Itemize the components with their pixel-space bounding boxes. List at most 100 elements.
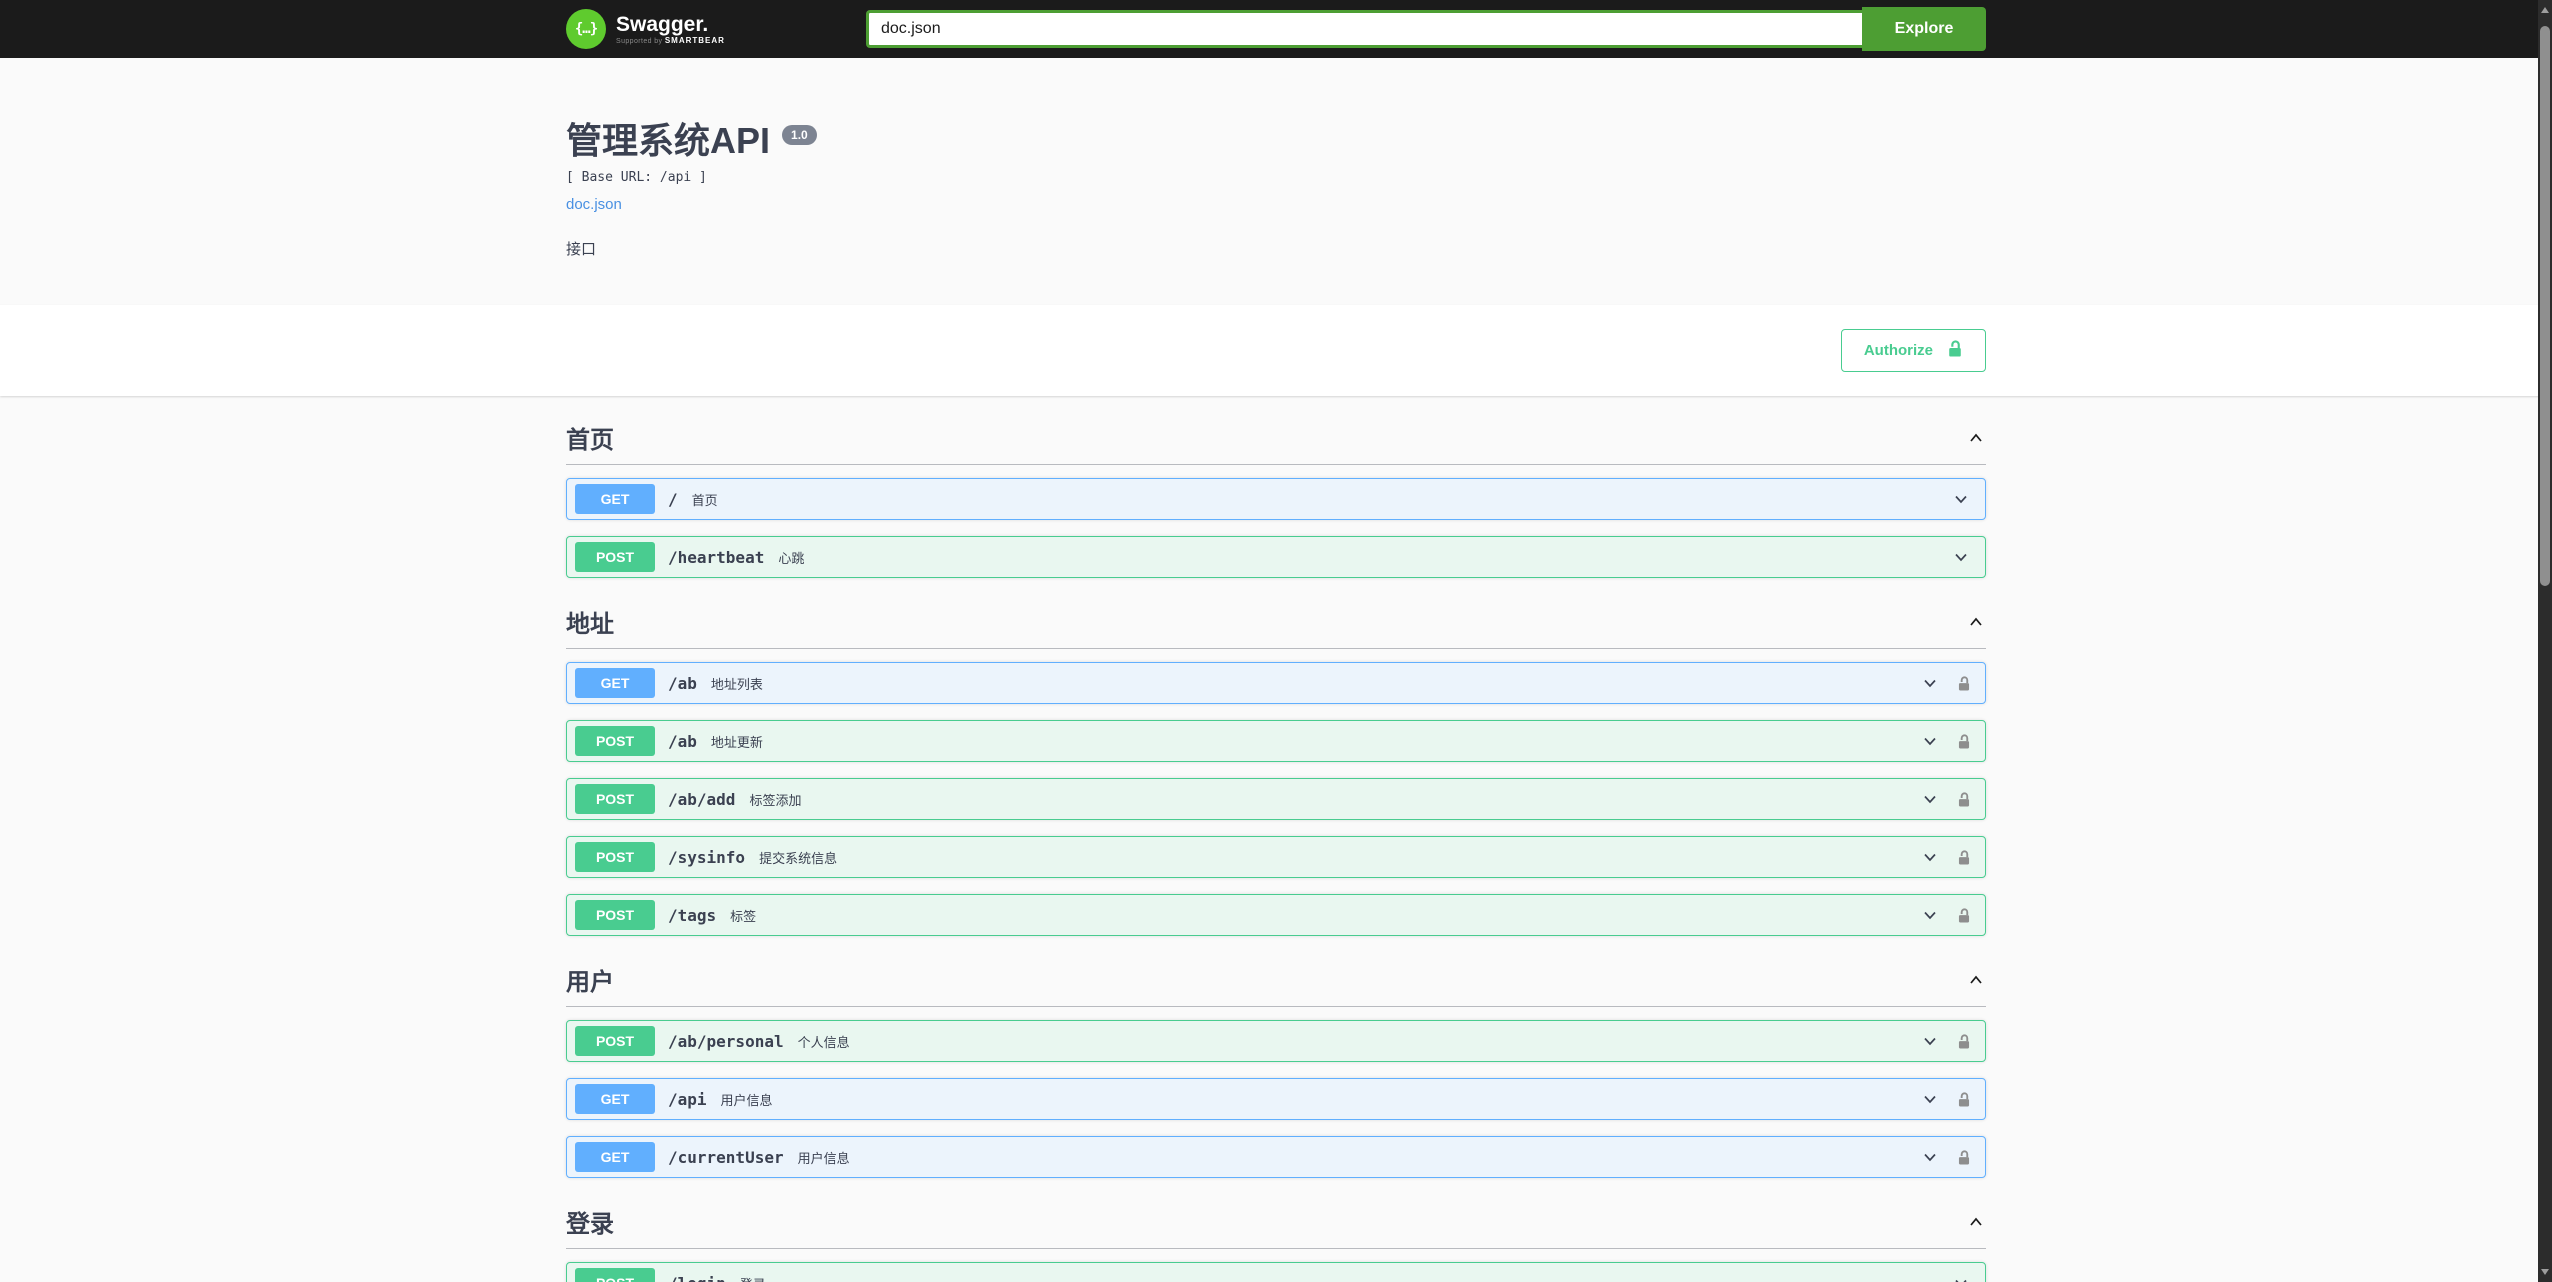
operation-row-controls (1920, 1089, 1971, 1109)
chevron-down-icon[interactable] (1920, 1089, 1940, 1109)
operation-summary: 地址更新 (710, 734, 763, 750)
operation-row[interactable]: GET / 首页 (566, 478, 1986, 520)
brand-subtitle: Supported by SMARTBEAR (616, 36, 725, 45)
spec-link[interactable]: doc.json (566, 196, 622, 213)
api-section: 用户 POST/ab/personal 个人信息 GET/api 用户信息 GET/cur… (566, 952, 1986, 1178)
operation-row[interactable]: POST/heartbeat 心跳 (566, 536, 1986, 578)
section-header[interactable]: 用户 (566, 952, 1986, 1007)
method-badge: POST (575, 542, 655, 572)
operation-summary: 标签添加 (749, 792, 802, 808)
swagger-logo-link[interactable]: {…} Swagger. Supported by SMARTBEAR (566, 9, 725, 49)
version-badge: 1.0 (782, 125, 817, 145)
spec-url-input[interactable] (866, 10, 1862, 48)
section-title: 地址 (566, 611, 614, 638)
section-header[interactable]: 登录 (566, 1194, 1986, 1249)
chevron-up-icon[interactable] (1966, 1212, 1986, 1232)
operation-path: /sysinfo (668, 847, 746, 867)
method-badge: POST (575, 1026, 655, 1056)
section-title: 用户 (566, 969, 614, 996)
api-section: 登录POST/login登录POST/login/out登录退出 (566, 1194, 1986, 1282)
chevron-down-icon[interactable] (1920, 673, 1940, 693)
method-badge: GET (575, 668, 655, 698)
section-title: 登录 (566, 1211, 614, 1238)
topbar: {…} Swagger. Supported by SMARTBEAR Expl… (0, 0, 2552, 58)
lock-icon[interactable] (1957, 907, 1971, 924)
chevron-down-icon[interactable] (1951, 1273, 1971, 1282)
method-badge: POST (575, 842, 655, 872)
chevron-down-icon[interactable] (1920, 905, 1940, 925)
operation-summary: 提交系统信息 (759, 850, 838, 866)
operation-row-controls (1920, 731, 1971, 751)
chevron-up-icon[interactable] (1966, 612, 1986, 632)
lock-icon[interactable] (1957, 733, 1971, 750)
operation-row-controls (1951, 489, 1971, 509)
operation-row[interactable]: POST/sysinfo 提交系统信息 (566, 836, 1986, 878)
swagger-logo-icon: {…} (566, 9, 606, 49)
operation-row-controls (1920, 789, 1971, 809)
operation-row-controls (1951, 1273, 1971, 1282)
chevron-down-icon[interactable] (1920, 731, 1940, 751)
lock-icon[interactable] (1957, 1091, 1971, 1108)
chevron-down-icon[interactable] (1920, 789, 1940, 809)
operation-row[interactable]: GET/api 用户信息 (566, 1078, 1986, 1120)
chevron-down-icon[interactable] (1951, 489, 1971, 509)
explore-button[interactable]: Explore (1862, 7, 1986, 51)
operation-summary: 用户信息 (720, 1092, 773, 1108)
operation-path: /tags (668, 905, 717, 925)
scrollbar-thumb[interactable] (2540, 26, 2550, 586)
unlock-icon (1947, 339, 1963, 362)
operation-row-controls (1920, 673, 1971, 693)
api-section: 地址 GET/ab 地址列表 POST/ab 地址更新 POST/ab/add 标签添加 PO… (566, 594, 1986, 936)
api-description: 接口 (566, 241, 597, 258)
lock-icon[interactable] (1957, 849, 1971, 866)
chevron-up-icon[interactable] (1966, 428, 1986, 448)
operation-summary: 登录 (740, 1274, 766, 1282)
api-title-text: 管理系统API (566, 120, 771, 161)
scheme-container: Authorize (0, 305, 2552, 396)
smartbear-label: SMARTBEAR (664, 35, 725, 45)
lock-icon[interactable] (1957, 675, 1971, 692)
chevron-down-icon[interactable] (1920, 847, 1940, 867)
section-header[interactable]: 地址 (566, 594, 1986, 649)
scrollbar[interactable] (2538, 0, 2552, 1282)
operation-path: /currentUser (668, 1147, 784, 1167)
method-badge: POST (575, 784, 655, 814)
operation-summary: 标签 (730, 908, 757, 924)
chevron-down-icon[interactable] (1951, 547, 1971, 567)
operation-row[interactable]: POST/ab/add 标签添加 (566, 778, 1986, 820)
method-badge: GET (575, 1142, 655, 1172)
chevron-down-icon[interactable] (1920, 1147, 1940, 1167)
section-header[interactable]: 首页 (566, 410, 1986, 465)
authorize-button[interactable]: Authorize (1840, 329, 1986, 372)
operation-summary: 地址列表 (710, 676, 763, 692)
scrollbar-up-arrow[interactable] (2541, 7, 2549, 13)
operation-path: /ab (668, 673, 697, 693)
lock-icon[interactable] (1957, 791, 1971, 808)
operation-path: /heartbeat (668, 547, 765, 567)
operation-summary: 个人信息 (797, 1034, 850, 1050)
operation-row[interactable]: POST/ab 地址更新 (566, 720, 1986, 762)
operation-row[interactable]: GET/currentUser 用户信息 (566, 1136, 1986, 1178)
lock-icon[interactable] (1957, 1149, 1971, 1166)
operation-row[interactable]: POST/ab/personal 个人信息 (566, 1020, 1986, 1062)
supported-by-label: Supported by (616, 37, 663, 45)
operation-row-controls (1920, 847, 1971, 867)
scrollbar-down-arrow[interactable] (2541, 1269, 2549, 1275)
method-badge: GET (575, 1084, 655, 1114)
operation-row-controls (1920, 905, 1971, 925)
lock-icon[interactable] (1957, 1033, 1971, 1050)
operation-path: /ab/personal (668, 1031, 784, 1051)
operation-row[interactable]: POST/login 登录 (566, 1262, 1986, 1282)
api-section: 首页 GET / 首页 POST/heartbeat 心跳 (566, 410, 1986, 578)
operation-path: /api (668, 1089, 707, 1109)
operation-row[interactable]: GET/ab 地址列表 (566, 662, 1986, 704)
authorize-label: Authorize (1863, 342, 1933, 359)
operations-list: 首页 GET / 首页 POST/heartbeat 心跳地址 GET/ab 地址列表 POST… (546, 396, 2006, 1282)
base-url: [ Base URL: /api ] (566, 170, 707, 185)
method-badge: GET (575, 484, 655, 514)
method-badge: POST (575, 1268, 655, 1282)
chevron-up-icon[interactable] (1966, 970, 1986, 990)
operation-summary: 心跳 (778, 550, 805, 566)
chevron-down-icon[interactable] (1920, 1031, 1940, 1051)
operation-row[interactable]: POST/tags 标签 (566, 894, 1986, 936)
